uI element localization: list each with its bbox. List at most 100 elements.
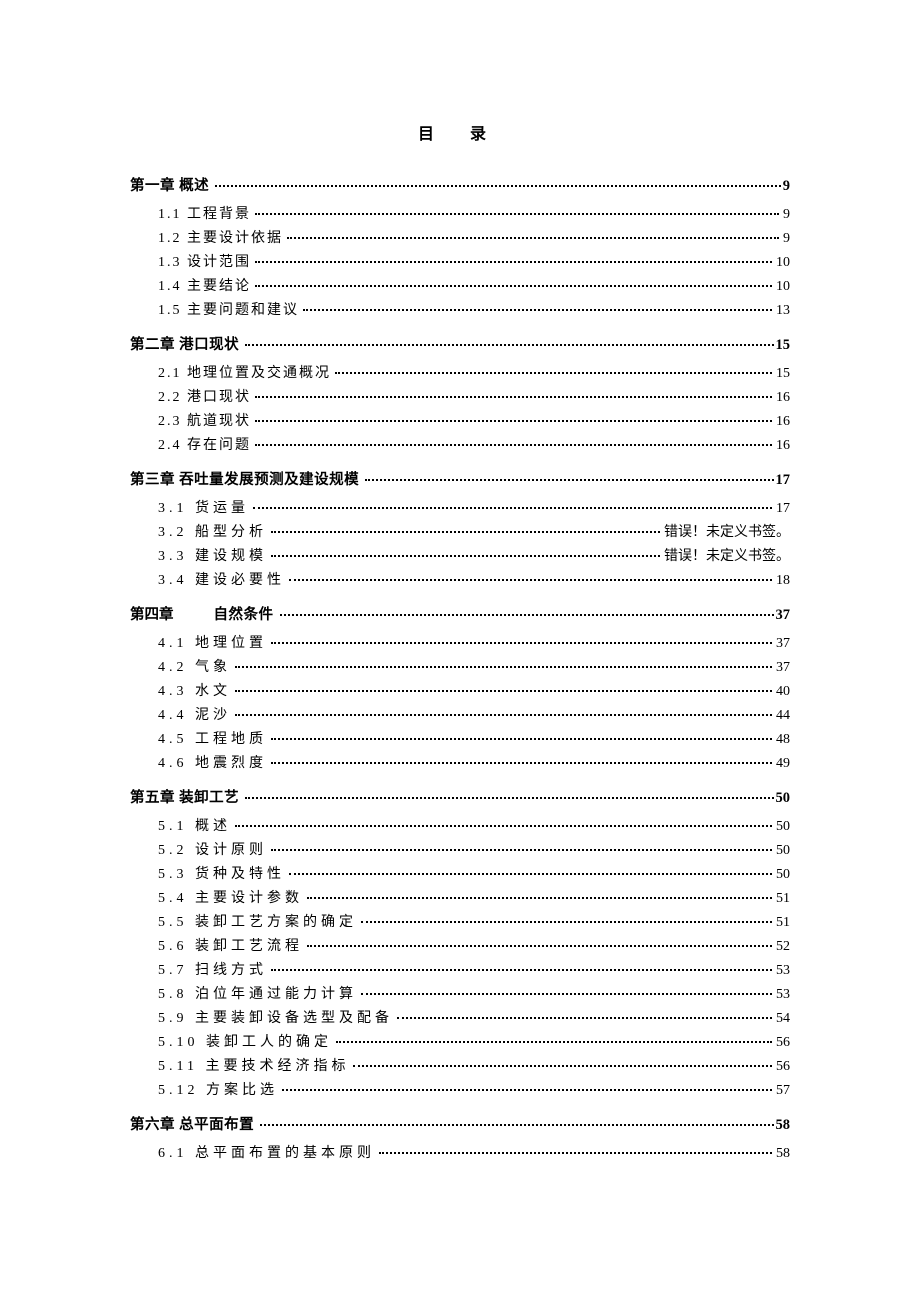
toc-sub-item: 5.7 扫线方式 53 — [158, 959, 790, 979]
page-number: 50 — [776, 843, 790, 859]
sub-label: 4.2 气象 — [158, 656, 231, 676]
sub-label: 1.5 主要问题和建议 — [158, 299, 299, 319]
toc-sub-item: 3.4 建设必要性18 — [158, 569, 790, 589]
toc-sub-item: 6.1 总平面布置的基本原则58 — [158, 1142, 790, 1162]
sub-label: 4.1 地理位置 — [158, 632, 267, 652]
page-number: 40 — [776, 684, 790, 700]
toc-sub-item: 5.11 主要技术经济指标56 — [158, 1055, 790, 1075]
page-number: 10 — [776, 255, 790, 271]
page-number: 18 — [776, 573, 790, 589]
page-number: 16 — [776, 438, 790, 454]
toc-sub-item: 1.3 设计范围 10 — [158, 251, 790, 271]
leader-dots — [397, 1017, 772, 1019]
page-number: 9 — [783, 231, 790, 247]
chapter-label: 第五章 装卸工艺 — [130, 786, 239, 807]
leader-dots — [255, 444, 772, 446]
sub-label: 5.3 货种及特性 — [158, 863, 285, 883]
leader-dots — [255, 213, 779, 215]
toc-sub-item: 5.1 概述50 — [158, 815, 790, 835]
toc-chapter: 第三章 吞吐量发展预测及建设规模 17 — [130, 468, 790, 489]
page-number: 49 — [776, 756, 790, 772]
leader-dots — [235, 714, 772, 716]
toc-sub-item: 3.1 货运量17 — [158, 497, 790, 517]
sub-label: 5.5 装卸工艺方案的确定 — [158, 911, 357, 931]
toc-title: 目 录 — [130, 120, 790, 144]
page-number: 17 — [776, 501, 790, 517]
sub-label: 4.4 泥沙 — [158, 704, 231, 724]
sub-label: 1.2 主要设计依据 — [158, 227, 283, 247]
page-number: 50 — [776, 790, 791, 807]
sub-label: 1.3 设计范围 — [158, 251, 251, 271]
leader-dots — [255, 396, 772, 398]
sub-label: 5.9 主要装卸设备选型及配备 — [158, 1007, 393, 1027]
page-number: 37 — [776, 607, 791, 624]
page-number: 57 — [776, 1083, 790, 1099]
sub-label: 2.1 地理位置及交通概况 — [158, 362, 331, 382]
toc-sub-item: 4.6 地震烈度49 — [158, 752, 790, 772]
page-number: 56 — [776, 1059, 790, 1075]
toc-sub-item: 5.9 主要装卸设备选型及配备 54 — [158, 1007, 790, 1027]
toc-chapter: 第五章 装卸工艺 50 — [130, 786, 790, 807]
leader-dots — [253, 507, 772, 509]
toc-chapter: 第二章 港口现状 15 — [130, 333, 790, 354]
sub-label: 5.10 装卸工人的确定 — [158, 1031, 332, 1051]
leader-dots — [245, 797, 773, 799]
toc-sub-item: 2.4 存在问题16 — [158, 434, 790, 454]
sub-label: 2.2 港口现状 — [158, 386, 251, 406]
leader-dots — [361, 921, 772, 923]
toc-sub-item: 5.12 方案比选 57 — [158, 1079, 790, 1099]
page-number: 10 — [776, 279, 790, 295]
page-number: 44 — [776, 708, 790, 724]
page-number: 50 — [776, 867, 790, 883]
sub-label: 5.12 方案比选 — [158, 1079, 278, 1099]
leader-dots — [307, 897, 772, 899]
page-number: 16 — [776, 390, 790, 406]
page-number: 错误！未定义书签。 — [664, 545, 790, 565]
toc-sub-item: 5.3 货种及特性 50 — [158, 863, 790, 883]
page-number: 48 — [776, 732, 790, 748]
leader-dots — [235, 666, 772, 668]
toc-sub-item: 1.1 工程背景9 — [158, 203, 790, 223]
sub-label: 1.4 主要结论 — [158, 275, 251, 295]
toc-sub-item: 5.6 装卸工艺流程52 — [158, 935, 790, 955]
toc-sub-item: 3.3 建设规模 错误！未定义书签。 — [158, 545, 790, 565]
page-number: 17 — [776, 472, 791, 489]
table-of-contents: 第一章 概述 9 1.1 工程背景9 1.2 主要设计依据9 1.3 设计范围1… — [130, 174, 790, 1162]
page-number: 53 — [776, 963, 790, 979]
leader-dots — [255, 420, 772, 422]
leader-dots — [271, 531, 660, 533]
chapter-label: 第三章 吞吐量发展预测及建设规模 — [130, 468, 359, 489]
leader-dots — [365, 479, 773, 481]
page-number: 错误！未定义书签。 — [664, 521, 790, 541]
chapter-label: 第四章 — [130, 603, 174, 624]
sub-label: 5.7 扫线方式 — [158, 959, 267, 979]
leader-dots — [280, 614, 774, 616]
sub-label: 5.2 设计原则 — [158, 839, 267, 859]
leader-dots — [379, 1152, 772, 1154]
leader-dots — [289, 873, 772, 875]
leader-dots — [307, 945, 772, 947]
leader-dots — [255, 261, 772, 263]
toc-sub-item: 1.2 主要设计依据 9 — [158, 227, 790, 247]
leader-dots — [260, 1124, 773, 1126]
page-number: 9 — [783, 178, 790, 195]
toc-sub-item: 4.5 工程地质 48 — [158, 728, 790, 748]
page-number: 54 — [776, 1011, 790, 1027]
page-number: 53 — [776, 987, 790, 1003]
sub-label: 4.5 工程地质 — [158, 728, 267, 748]
leader-dots — [361, 993, 772, 995]
leader-dots — [282, 1089, 772, 1091]
toc-sub-item: 4.2 气象37 — [158, 656, 790, 676]
toc-sub-item: 5.4 主要设计参数51 — [158, 887, 790, 907]
toc-sub-item: 3.2 船型分析错误！未定义书签。 — [158, 521, 790, 541]
sub-label: 3.3 建设规模 — [158, 545, 267, 565]
leader-dots — [336, 1041, 772, 1043]
toc-sub-item: 4.3 水文40 — [158, 680, 790, 700]
page-number: 9 — [783, 207, 790, 223]
toc-sub-item: 5.10 装卸工人的确定 56 — [158, 1031, 790, 1051]
page-number: 52 — [776, 939, 790, 955]
leader-dots — [271, 762, 772, 764]
leader-dots — [235, 690, 772, 692]
page-number: 56 — [776, 1035, 790, 1051]
sub-label: 6.1 总平面布置的基本原则 — [158, 1142, 375, 1162]
